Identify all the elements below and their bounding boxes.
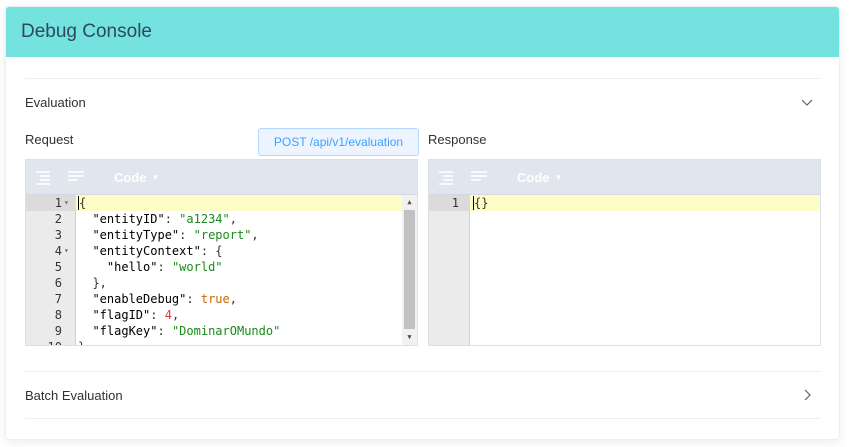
code-text: "flagKey": "DominarOMundo" (92, 324, 281, 338)
code-text: {} (473, 196, 489, 210)
code-line: 10} (26, 339, 417, 345)
caret-down-icon: ▼ (151, 172, 160, 182)
chevron-right-icon (800, 388, 814, 402)
line-number: 3 (54, 228, 62, 242)
code-line: 7 "enableDebug": true, (26, 291, 417, 307)
code-text: "hello": "world" (106, 260, 223, 274)
code-text: } (78, 339, 85, 345)
line-number: 5 (54, 260, 62, 274)
fold-toggle-icon[interactable]: ▾ (64, 195, 69, 211)
response-label: Response (428, 132, 487, 147)
page-title: Debug Console (21, 21, 152, 42)
line-number: 8 (54, 308, 62, 322)
code-text: "entityContext": { (92, 244, 223, 258)
request-editor[interactable]: Code ▼ 1 ▾{2 "entityID": "a1234", 3 "entit… (25, 159, 418, 346)
evaluation-collapse-header[interactable]: Evaluation (25, 78, 820, 126)
batch-evaluation-title: Batch Evaluation (25, 387, 123, 403)
post-evaluation-button[interactable]: POST /api/v1/evaluation (258, 128, 419, 156)
response-editor-toolbar: Code ▼ (429, 160, 820, 195)
code-line: 1 ▾ { (26, 195, 417, 211)
line-gutter (429, 195, 470, 345)
response-editor[interactable]: Code ▼ 1 {} (428, 159, 821, 346)
code-line: 8 "flagID": 4, (26, 307, 417, 323)
code-text: }, (78, 276, 107, 290)
line-number: 9 (54, 324, 62, 338)
code-text: "enableDebug": true, (92, 292, 237, 306)
code-line: 6 }, (26, 275, 417, 291)
code-text: "entityID": "a1234", (92, 212, 237, 226)
debug-console-card: Debug Console Evaluation Request POST /a… (5, 6, 840, 440)
line-number: 6 (54, 276, 62, 290)
code-line: 9 "flagKey": "DominarOMundo" (26, 323, 417, 339)
code-line: 1 {} (429, 195, 820, 211)
format-json-icon[interactable] (34, 169, 54, 185)
mode-select-button[interactable]: Code ▼ (517, 170, 562, 185)
scroll-thumb[interactable] (404, 210, 415, 329)
evaluation-title: Evaluation (25, 94, 86, 110)
response-lines: 1 {} (429, 195, 820, 211)
line-number: 2 (54, 212, 62, 226)
code-line: 4 ▾ "entityContext": { (26, 243, 417, 259)
response-code-area[interactable]: 1 {} (429, 195, 820, 345)
code-line: 3 "entityType": "report", (26, 227, 417, 243)
format-json-icon[interactable] (437, 169, 457, 185)
compact-json-icon[interactable] (66, 169, 86, 185)
request-scrollbar[interactable]: ▲ ▼ (402, 195, 417, 345)
line-number: 1 (451, 196, 459, 210)
request-code-area[interactable]: 1 ▾{2 "entityID": "a1234", 3 "entityType":… (26, 195, 417, 345)
scroll-down-icon[interactable]: ▼ (402, 330, 417, 345)
code-line: 5 "hello": "world" (26, 259, 417, 275)
mode-select-button[interactable]: Code ▼ (114, 170, 159, 185)
code-text: { (78, 196, 87, 210)
chevron-down-icon (800, 95, 814, 109)
batch-evaluation-collapse-header[interactable]: Batch Evaluation (25, 371, 820, 419)
mode-label: Code (114, 169, 147, 185)
line-number: 1 (54, 196, 62, 210)
compact-json-icon[interactable] (469, 169, 489, 185)
card-header: Debug Console (6, 7, 839, 57)
request-editor-toolbar: Code ▼ (26, 160, 417, 195)
line-number: 7 (54, 292, 62, 306)
mode-label: Code (517, 169, 550, 185)
scroll-up-icon[interactable]: ▲ (402, 195, 417, 210)
line-number: 10 (26, 339, 62, 345)
line-number: 4 (54, 244, 62, 258)
caret-down-icon: ▼ (554, 172, 563, 182)
code-text: "flagID": 4, (92, 308, 180, 322)
request-label: Request (25, 132, 74, 147)
fold-toggle-icon[interactable]: ▾ (64, 243, 69, 259)
code-line: 2 "entityID": "a1234", (26, 211, 417, 227)
code-text: "entityType": "report", (92, 228, 259, 242)
request-lines: 1 ▾{2 "entityID": "a1234", 3 "entityType":… (26, 195, 417, 345)
